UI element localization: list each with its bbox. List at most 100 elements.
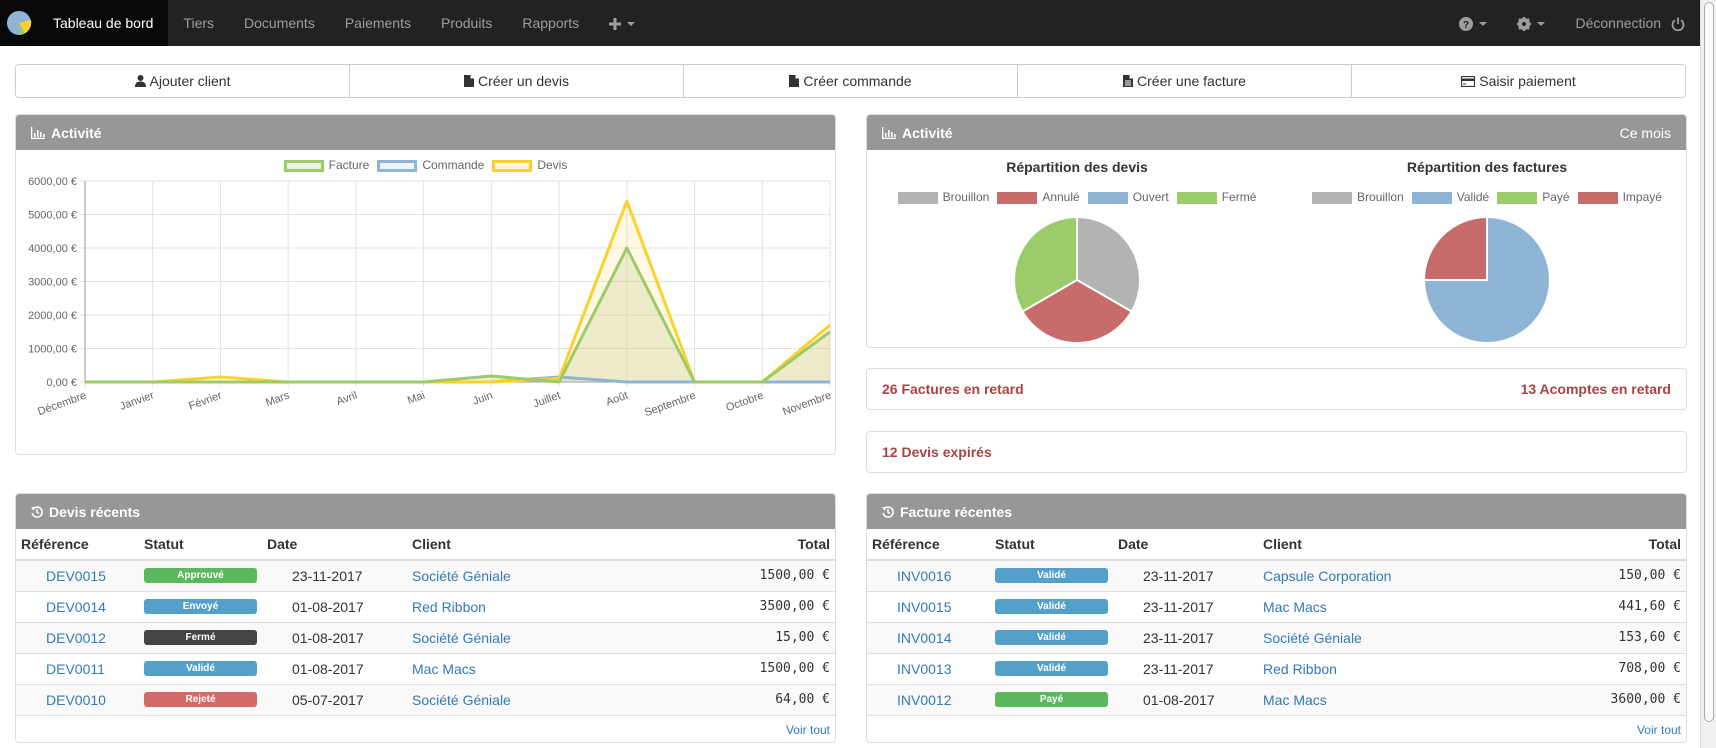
reference-link[interactable]: DEV0015 [46, 568, 106, 584]
brand-logo[interactable] [0, 0, 38, 46]
client-link[interactable]: Mac Macs [412, 661, 476, 677]
date-cell: 23-11-2017 [1113, 621, 1258, 653]
reference-cell: DEV0012 [16, 621, 139, 653]
period-selector[interactable]: Ce mois [1620, 125, 1671, 141]
activity-pies-panel: Activité Ce mois Répartition des devis B… [866, 114, 1687, 348]
column-header-date: Date [262, 529, 407, 561]
reference-link[interactable]: DEV0012 [46, 630, 106, 646]
status-badge: Validé [995, 661, 1108, 676]
legend-item[interactable]: Validé [1411, 190, 1489, 204]
reference-link[interactable]: INV0013 [897, 661, 951, 677]
reference-link[interactable]: INV0016 [897, 568, 951, 584]
x-tick-label: Mars [264, 389, 292, 409]
user-icon [134, 75, 146, 87]
legend-swatch [1577, 191, 1618, 204]
quotes-pie-block: Répartition des devis Brouillon Annulé O… [867, 150, 1287, 345]
pie-logo-icon [7, 11, 32, 35]
status-badge: Rejeté [144, 692, 257, 708]
x-tick-label: Mai [406, 390, 427, 407]
late-invoices-link[interactable]: 26 Factures en retard [882, 381, 1024, 397]
client-cell: Société Géniale [407, 559, 654, 591]
record-payment-label: Saisir paiement [1479, 73, 1576, 89]
date-cell: 01-08-2017 [262, 590, 407, 622]
date-cell: 23-11-2017 [1113, 652, 1258, 684]
column-header-reference: Référence [867, 529, 990, 561]
legend-item[interactable]: Annulé [997, 190, 1080, 204]
reference-link[interactable]: INV0012 [897, 692, 951, 708]
recent-invoices-footer: Voir tout [867, 715, 1686, 742]
date-cell: 01-08-2017 [292, 598, 364, 615]
see-all-invoices-link[interactable]: Voir tout [1637, 723, 1681, 737]
x-tick-label: Juillet [532, 390, 563, 411]
top-navbar: Tableau de bord Tiers Documents Paiement… [0, 0, 1700, 46]
legend-swatch [1497, 191, 1538, 204]
legend-item[interactable]: Fermé [1176, 190, 1256, 204]
nav-rapports[interactable]: Rapports [507, 0, 594, 46]
total-cell: 64,00 € [775, 692, 830, 708]
x-tick-label: Avril [335, 390, 359, 409]
reference-link[interactable]: DEV0010 [46, 692, 106, 708]
nav-create-menu[interactable] [594, 0, 650, 46]
nav-paiements[interactable]: Paiements [330, 0, 426, 46]
y-tick-label: 2000,00 € [28, 310, 77, 322]
legend-item[interactable]: Ouvert [1087, 190, 1169, 204]
legend-item[interactable]: Brouillon [1312, 190, 1404, 204]
status-badge: Fermé [144, 630, 257, 645]
help-menu[interactable]: ? [1444, 0, 1502, 46]
legend-item[interactable]: Impayé [1577, 190, 1662, 204]
create-quote-button[interactable]: Créer un devis [350, 65, 684, 97]
client-link[interactable]: Mac Macs [1263, 599, 1327, 615]
legend-swatch [1176, 191, 1217, 204]
client-cell: Société Géniale [407, 683, 654, 715]
late-deposits-link[interactable]: 13 Acomptes en retard [1521, 381, 1671, 397]
legend-swatch [897, 191, 938, 204]
table-row: DEV0011 Validé 01-08-2017 Mac Macs 1500,00 € [16, 652, 835, 684]
x-tick-label: Septembre [643, 390, 698, 420]
add-client-button[interactable]: Ajouter client [16, 65, 350, 97]
table-row: DEV0015 Approuvé 23-11-2017 Société Géniale… [16, 559, 835, 591]
reference-link[interactable]: DEV0014 [46, 599, 106, 615]
client-link[interactable]: Mac Macs [1263, 692, 1327, 708]
logout-link[interactable]: Déconnection [1560, 0, 1690, 46]
nav-produits[interactable]: Produits [426, 0, 507, 46]
recent-invoices-header: Facture récentes [867, 494, 1686, 529]
nav-tableau-de-bord[interactable]: Tableau de bord [38, 0, 169, 46]
reference-link[interactable]: INV0015 [897, 599, 951, 615]
date-cell: 23-11-2017 [1143, 567, 1214, 584]
page-scrollbar[interactable] [1700, 0, 1716, 748]
x-tick-label: Janvier [118, 389, 156, 413]
total-cell: 3500,00 € [653, 590, 835, 622]
create-quote-label: Créer un devis [477, 73, 570, 89]
reference-link[interactable]: DEV0011 [46, 661, 105, 677]
settings-menu[interactable] [1502, 0, 1560, 46]
invoices-pie-block: Répartition des factures Brouillon Valid… [1277, 150, 1686, 345]
client-link[interactable]: Société Géniale [412, 568, 511, 584]
nav-tiers[interactable]: Tiers [168, 0, 229, 46]
create-invoice-button[interactable]: Créer une facture [1018, 65, 1352, 97]
scrollbar-thumb[interactable] [1704, 2, 1714, 722]
date-cell: 23-11-2017 [1113, 559, 1258, 591]
see-all-quotes-link[interactable]: Voir tout [786, 723, 830, 737]
nav-documents[interactable]: Documents [229, 0, 330, 46]
client-link[interactable]: Red Ribbon [1263, 661, 1337, 677]
expired-quotes-link[interactable]: 12 Devis expirés [882, 444, 992, 460]
status-cell: Validé [990, 559, 1113, 591]
create-order-button[interactable]: Créer commande [684, 65, 1018, 97]
client-link[interactable]: Société Géniale [412, 692, 511, 708]
date-cell: 23-11-2017 [292, 567, 363, 584]
client-cell: Red Ribbon [407, 590, 654, 622]
reference-link[interactable]: INV0014 [897, 630, 951, 646]
total-cell: 1500,00 € [759, 568, 830, 584]
legend-item[interactable]: Brouillon [897, 190, 989, 204]
total-cell: 3500,00 € [759, 599, 830, 614]
pie-slice-impayé[interactable] [1422, 215, 1488, 281]
record-payment-button[interactable]: Saisir paiement [1352, 65, 1685, 97]
recent-invoices-title: Facture récentes [900, 503, 1013, 520]
client-link[interactable]: Société Géniale [1263, 630, 1362, 646]
client-link[interactable]: Capsule Corporation [1263, 568, 1391, 584]
client-link[interactable]: Red Ribbon [412, 599, 486, 615]
legend-item[interactable]: Payé [1497, 190, 1570, 204]
client-link[interactable]: Société Géniale [412, 630, 511, 646]
recent-quotes-panel: Devis récents Référence Statut Date Clie… [15, 493, 836, 743]
status-badge: Validé [995, 568, 1108, 584]
